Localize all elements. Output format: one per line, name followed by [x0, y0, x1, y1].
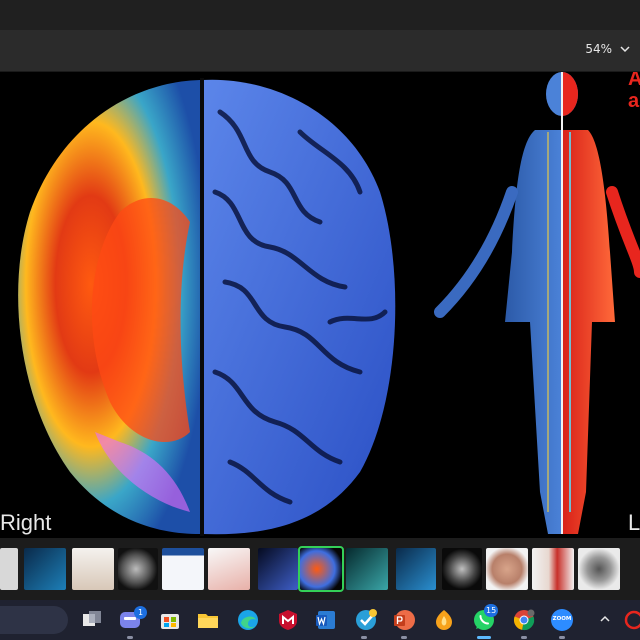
- microsoft-store-icon[interactable]: [158, 608, 182, 632]
- show-hidden-icons-icon[interactable]: [598, 612, 612, 626]
- running-indicator: [559, 636, 565, 639]
- powerpoint-icon[interactable]: [392, 608, 416, 632]
- filmstrip-thumbnail[interactable]: [442, 548, 482, 590]
- filmstrip-thumbnail[interactable]: [578, 548, 620, 590]
- corner-caption: A a: [628, 72, 640, 112]
- fl-studio-icon[interactable]: [432, 608, 456, 632]
- snipping-tool-icon[interactable]: [354, 608, 378, 632]
- running-indicator-active: [477, 636, 491, 639]
- filmstrip-thumbnail[interactable]: [0, 548, 18, 590]
- right-hemisphere: [202, 79, 396, 535]
- running-indicator: [521, 636, 527, 639]
- corner-caption-line-1: A: [628, 72, 640, 90]
- filmstrip-thumbnail[interactable]: [258, 548, 298, 590]
- filmstrip-thumbnail[interactable]: [208, 548, 250, 590]
- file-explorer-icon[interactable]: [196, 608, 220, 632]
- zoom-level[interactable]: 54%: [585, 42, 612, 56]
- chevron-down-icon[interactable]: [618, 42, 632, 56]
- taskbar-search-box[interactable]: [0, 606, 68, 634]
- corner-caption-line-2: a: [628, 90, 640, 112]
- filmstrip-thumbnail[interactable]: [162, 548, 204, 590]
- taskbar: 1 15 ZOOM: [0, 600, 640, 640]
- running-indicator: [127, 636, 133, 639]
- teams-badge: 1: [134, 606, 147, 619]
- whatsapp-badge: 15: [484, 604, 499, 617]
- chrome-icon[interactable]: [512, 608, 536, 632]
- toolbar: 54%: [0, 30, 640, 72]
- running-indicator: [401, 636, 407, 639]
- filmstrip-thumbnail[interactable]: [486, 548, 528, 590]
- zoom-app-label: ZOOM: [552, 616, 572, 622]
- brain-body-illustration: [18, 72, 640, 536]
- filmstrip-thumbnail[interactable]: [346, 548, 388, 590]
- vpn-tray-icon[interactable]: [622, 608, 640, 632]
- task-view-icon[interactable]: [80, 608, 104, 632]
- filmstrip-thumbnail[interactable]: [396, 548, 436, 590]
- filmstrip-thumbnail[interactable]: [24, 548, 66, 590]
- image-viewer[interactable]: Right L A a: [0, 72, 640, 538]
- filmstrip-thumbnail[interactable]: [118, 548, 158, 590]
- human-body-figure: [434, 72, 640, 534]
- filmstrip: [0, 538, 640, 600]
- hemisphere-label-left: L: [628, 510, 640, 535]
- mcafee-icon[interactable]: [276, 608, 300, 632]
- zoom-app-icon[interactable]: ZOOM: [550, 608, 574, 632]
- running-indicator: [361, 636, 367, 639]
- photos-app-window: 54% Right L A a 1 15 ZOOM: [0, 0, 640, 640]
- edge-browser-icon[interactable]: [236, 608, 260, 632]
- filmstrip-thumbnail-selected[interactable]: [298, 546, 344, 592]
- hemisphere-label-right: Right: [0, 510, 52, 535]
- title-bar[interactable]: [0, 0, 640, 30]
- word-icon[interactable]: [314, 608, 338, 632]
- filmstrip-thumbnail[interactable]: [72, 548, 114, 590]
- filmstrip-thumbnail[interactable]: [532, 548, 574, 590]
